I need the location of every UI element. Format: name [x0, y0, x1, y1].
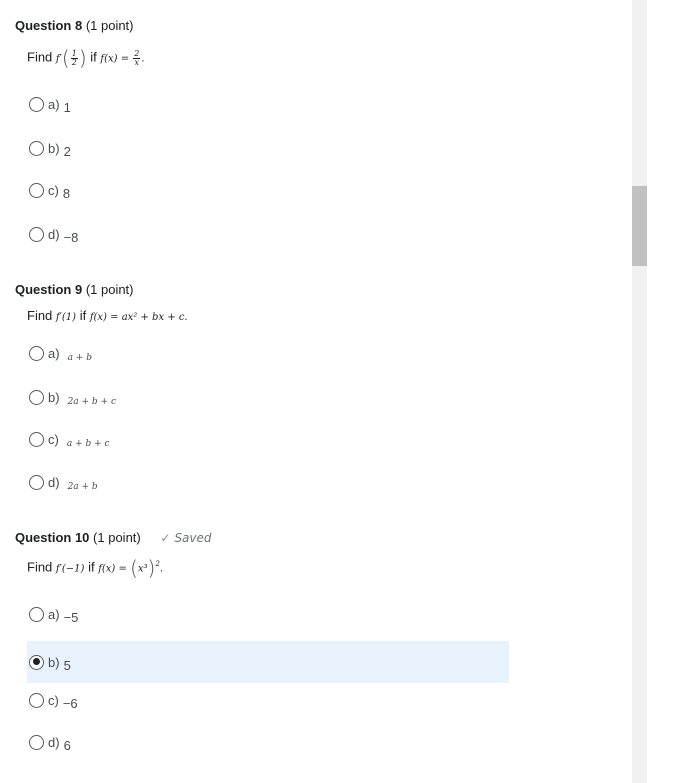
radio-button[interactable]: [29, 96, 44, 112]
saved-status: ✓ Saved: [160, 531, 211, 545]
radio-button[interactable]: [29, 606, 44, 622]
question-9-header: Question 9 (1 point): [15, 282, 134, 297]
question-points: (1 point): [85, 282, 134, 297]
option-value: 2a + b: [67, 482, 98, 492]
question-9-prompt: Find f′(1) if f(x) = ax² + bx + c.: [27, 308, 188, 323]
radio-button[interactable]: [29, 474, 44, 490]
question-8-prompt: Find f′(1 2) if f(x) = 2x.: [27, 46, 145, 70]
radio-button[interactable]: [29, 140, 44, 156]
question-title: Question 9: [15, 282, 83, 297]
left-paren: (: [130, 556, 138, 580]
option-value: 6: [63, 737, 71, 753]
prompt-fx: f(x) = ax² + bx + c.: [89, 312, 188, 323]
prompt-fraction: 12: [70, 48, 78, 67]
question-8-option-b[interactable]: b) 2: [27, 128, 509, 168]
option-value: 2: [63, 143, 71, 159]
option-letter: b): [48, 654, 60, 670]
option-value: 2a + b + c: [67, 397, 116, 407]
prompt-if: if: [90, 49, 97, 65]
question-10-option-a[interactable]: a) −5: [27, 594, 509, 634]
option-letter: b): [48, 140, 60, 156]
left-paren: (: [61, 46, 70, 70]
right-paren: ): [78, 46, 87, 70]
option-letter: d): [48, 734, 60, 750]
prompt-find: Find: [27, 49, 53, 65]
radio-button[interactable]: [29, 226, 44, 242]
prompt-find: Find: [27, 559, 53, 575]
saved-label: Saved: [174, 531, 212, 545]
question-10-option-b[interactable]: b) 5: [27, 641, 509, 683]
option-value: 8: [62, 185, 71, 201]
option-letter: d): [48, 226, 60, 242]
option-value: 5: [63, 657, 71, 673]
prompt-if: if: [88, 559, 95, 575]
question-8-option-d[interactable]: d) −8: [27, 214, 509, 254]
scrollbar-thumb[interactable]: [632, 186, 647, 266]
option-value: a + b: [67, 353, 92, 363]
prompt-period: .: [159, 563, 164, 575]
option-letter: c): [48, 431, 59, 447]
radio-button[interactable]: [29, 431, 44, 447]
question-9-option-d[interactable]: d) 2a + b: [27, 462, 509, 502]
question-8-option-a[interactable]: a) 1: [27, 84, 509, 124]
question-9-option-b[interactable]: b) 2a + b + c: [27, 377, 509, 417]
prompt-if: if: [79, 308, 87, 323]
check-icon: ✓: [160, 531, 171, 545]
question-10-option-d[interactable]: d) 6: [27, 722, 509, 762]
question-title: Question 10: [15, 530, 90, 545]
question-9-option-c[interactable]: c) a + b + c: [27, 419, 509, 459]
radio-button[interactable]: [29, 345, 44, 361]
prompt-fx: f(x) =: [98, 563, 131, 575]
question-10-option-c[interactable]: c) −6: [27, 680, 509, 720]
prompt-find: Find: [27, 308, 53, 323]
option-letter: a): [48, 345, 60, 361]
option-value: a + b + c: [66, 439, 110, 449]
option-letter: a): [48, 606, 60, 622]
option-value: −5: [63, 609, 79, 625]
prompt-expression: f′(1): [55, 312, 77, 323]
question-8-header: Question 8 (1 point): [15, 18, 134, 33]
question-10-header: Question 10 (1 point) ✓ Saved: [15, 530, 212, 545]
quiz-content: Question 8 (1 point) Find f′(1 2) if f(x)…: [0, 0, 632, 783]
prompt-period: .: [141, 53, 145, 65]
option-value: 1: [63, 99, 71, 115]
option-letter: c): [48, 692, 59, 708]
option-value: −8: [63, 229, 79, 245]
radio-button[interactable]: [29, 734, 44, 750]
prompt-rhs-fraction: 2x: [133, 48, 141, 67]
option-value: −6: [62, 695, 78, 711]
radio-button[interactable]: [29, 692, 44, 708]
prompt-inner: x³: [137, 563, 148, 575]
radio-button[interactable]: [29, 389, 44, 405]
vertical-scrollbar[interactable]: [632, 0, 647, 783]
option-letter: d): [48, 474, 60, 490]
question-8-option-c[interactable]: c) 8: [27, 170, 509, 210]
question-10-prompt: Find f′(−1) if f(x) = (x³)2.: [27, 556, 163, 580]
radio-button[interactable]: [29, 182, 44, 198]
prompt-expression: f′(−1): [55, 563, 85, 575]
option-letter: b): [48, 389, 60, 405]
question-points: (1 point): [93, 530, 141, 545]
radio-button-selected[interactable]: [29, 654, 44, 670]
question-points: (1 point): [85, 18, 134, 33]
prompt-fx: f(x) =: [100, 53, 133, 65]
option-letter: c): [48, 182, 59, 198]
question-title: Question 8: [15, 18, 83, 33]
option-letter: a): [48, 96, 60, 112]
question-9-option-a[interactable]: a) a + b: [27, 333, 509, 373]
